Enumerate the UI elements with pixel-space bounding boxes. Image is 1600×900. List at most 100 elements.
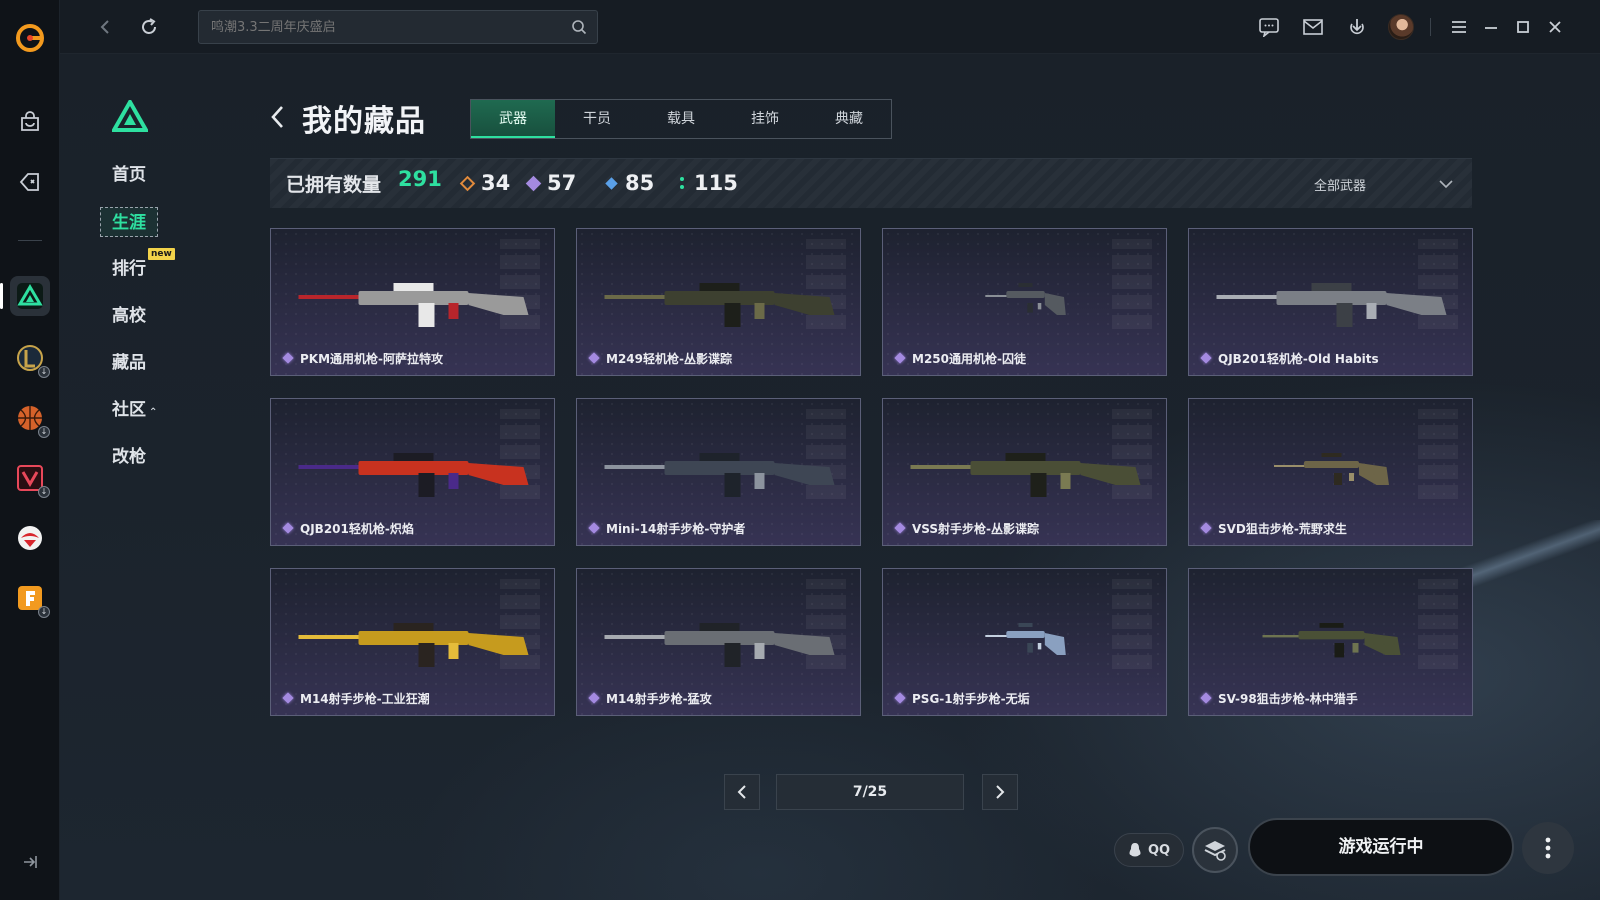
mail-icon[interactable] <box>1300 14 1326 40</box>
nav-label: 首页 <box>112 165 146 185</box>
delta-force-logo-icon <box>110 97 150 132</box>
more-options-button[interactable] <box>1522 822 1574 874</box>
avatar[interactable] <box>1388 14 1414 40</box>
delta-force-game-icon[interactable] <box>10 276 50 316</box>
search-icon[interactable] <box>571 19 587 35</box>
purple-diamond-icon <box>894 522 906 534</box>
qq-status-button[interactable]: QQ <box>1114 833 1184 867</box>
nav-career[interactable]: 生涯 <box>100 207 158 237</box>
purple-diamond-icon <box>588 692 600 704</box>
left-rail: ↓ ↓ ↓ ↓ <box>0 0 60 900</box>
valorant-game-icon[interactable]: ↓ <box>10 458 50 498</box>
purple-diamond-icon <box>894 352 906 364</box>
new-badge: new <box>148 248 175 260</box>
weapon-card[interactable]: PSG-1射手步枪-无垢 <box>882 568 1167 716</box>
weapon-card[interactable]: SVD狙击步枪-荒野求生 <box>1188 398 1473 546</box>
gold-diamond-icon <box>459 175 476 191</box>
weapon-label: PSG-1射手步枪-无垢 <box>893 689 1030 707</box>
maximize-icon[interactable] <box>1510 14 1536 40</box>
basketball-game-icon[interactable]: ↓ <box>10 398 50 438</box>
nav-label: 改枪 <box>112 447 146 467</box>
download-manager-icon[interactable] <box>1344 14 1370 40</box>
tab-collector[interactable]: 典藏 <box>807 100 891 138</box>
weapon-card[interactable]: QJB201轻机枪-Old Habits <box>1188 228 1473 376</box>
tab-charms[interactable]: 挂饰 <box>723 100 807 138</box>
prev-page-button[interactable] <box>724 774 760 810</box>
overlay-settings-button[interactable] <box>1192 827 1238 873</box>
weapon-card[interactable]: PKM通用机枪-阿萨拉特攻 <box>270 228 555 376</box>
game-tag-icon[interactable] <box>10 162 50 202</box>
weapon-label: SV-98狙击步枪-林中猎手 <box>1199 689 1358 707</box>
weapon-card[interactable]: Mini-14射手步枪-守护者 <box>576 398 861 546</box>
tab-vehicles[interactable]: 载具 <box>639 100 723 138</box>
weapon-name: M249轻机枪-丛影谍踪 <box>606 351 732 366</box>
weapon-label: QJB201轻机枪-Old Habits <box>1199 349 1379 367</box>
back-nav-icon[interactable] <box>92 14 118 40</box>
weapon-image <box>604 283 835 327</box>
weapon-label: QJB201轻机枪-炽焰 <box>281 519 414 537</box>
layers-icon <box>1204 841 1226 861</box>
weapon-card[interactable]: QJB201轻机枪-炽焰 <box>270 398 555 546</box>
crossfire-game-icon[interactable] <box>10 518 50 558</box>
weapon-card[interactable]: M14射手步枪-工业狂潮 <box>270 568 555 716</box>
weapon-name: Mini-14射手步枪-守护者 <box>606 521 746 536</box>
stats-bar: 已拥有数量 291 34 57 85 115 全部武器 <box>270 158 1472 208</box>
qq-label: QQ <box>1147 842 1171 858</box>
weapon-image <box>985 623 1066 655</box>
purple-diamond-icon <box>588 352 600 364</box>
back-arrow-icon[interactable] <box>268 103 288 131</box>
next-page-button[interactable] <box>982 774 1018 810</box>
nav-gun-mod[interactable]: 改枪 <box>100 442 180 472</box>
weapon-name: QJB201轻机枪-炽焰 <box>300 521 414 536</box>
nav-community[interactable]: 社区 ⌃ <box>100 395 180 425</box>
rarity-blue-stat: 85 <box>605 169 654 197</box>
tab-weapons[interactable]: 武器 <box>471 100 555 138</box>
refresh-icon[interactable] <box>136 14 162 40</box>
weapon-name: PSG-1射手步枪-无垢 <box>912 691 1030 706</box>
weapon-name: SVD狙击步枪-荒野求生 <box>1218 521 1347 536</box>
store-bag-icon[interactable] <box>10 102 50 142</box>
chevron-down-icon <box>1439 180 1453 189</box>
weapon-image <box>1274 453 1389 485</box>
rarity-count: 34 <box>481 171 511 195</box>
weapon-card[interactable]: SV-98狙击步枪-林中猎手 <box>1188 568 1473 716</box>
green-dots-icon <box>680 177 684 189</box>
fortnite-game-icon[interactable]: ↓ <box>10 578 50 618</box>
expand-sidebar-icon[interactable] <box>10 842 50 882</box>
weapon-label: VSS射手步枪-丛影谍踪 <box>893 519 1039 537</box>
weapon-name: PKM通用机枪-阿萨拉特攻 <box>300 351 444 366</box>
weapon-image <box>1262 623 1401 658</box>
nav-label: 社区 <box>112 400 146 420</box>
purple-diamond-icon <box>1200 692 1212 704</box>
search-box[interactable] <box>198 10 598 44</box>
weapon-card[interactable]: VSS射手步枪-丛影谍踪 <box>882 398 1167 546</box>
weapon-card[interactable]: M249轻机枪-丛影谍踪 <box>576 228 861 376</box>
purple-diamond-icon <box>894 692 906 704</box>
page-indicator: 7/25 <box>776 774 964 810</box>
app-logo-icon[interactable] <box>10 18 50 58</box>
chat-icon[interactable] <box>1256 14 1282 40</box>
close-icon[interactable] <box>1542 14 1568 40</box>
chevron-up-icon: ⌃ <box>149 407 158 418</box>
nav-college[interactable]: 高校 <box>100 301 180 331</box>
minimize-icon[interactable] <box>1478 14 1504 40</box>
weapon-name: M14射手步枪-工业狂潮 <box>300 691 430 706</box>
search-input[interactable] <box>199 11 559 43</box>
weapon-card[interactable]: M250通用机枪-囚徒 <box>882 228 1167 376</box>
purple-diamond-icon <box>282 522 294 534</box>
weapon-name: M14射手步枪-猛攻 <box>606 691 712 706</box>
nav-ranking[interactable]: 排行 new <box>100 248 180 284</box>
owned-count: 291 <box>398 167 442 191</box>
lol-game-icon[interactable]: ↓ <box>10 338 50 378</box>
topbar-separator <box>1430 18 1431 36</box>
tab-operators[interactable]: 干员 <box>555 100 639 138</box>
nav-collection[interactable]: 藏品 <box>100 348 180 378</box>
weapon-card[interactable]: M14射手步枪-猛攻 <box>576 568 861 716</box>
game-running-button[interactable]: 游戏运行中 <box>1248 818 1514 876</box>
weapon-filter-dropdown[interactable]: 全部武器 <box>1314 171 1454 197</box>
download-badge-icon: ↓ <box>38 606 50 618</box>
weapon-name: VSS射手步枪-丛影谍踪 <box>912 521 1040 536</box>
menu-icon[interactable] <box>1446 14 1472 40</box>
nav-home[interactable]: 首页 <box>100 160 180 190</box>
weapon-label: SVD狙击步枪-荒野求生 <box>1199 519 1347 537</box>
